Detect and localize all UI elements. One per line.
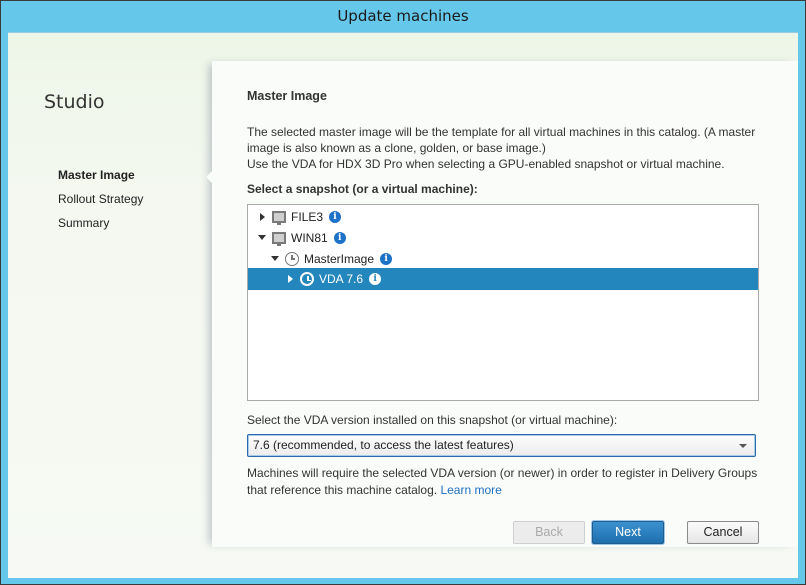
tree-item-win81[interactable]: WIN81 i xyxy=(248,227,758,248)
wizard-content-panel: Master Image The selected master image w… xyxy=(206,61,798,547)
monitor-icon xyxy=(272,231,286,246)
description-line-2: Use the VDA for HDX 3D Pro when selectin… xyxy=(247,157,725,171)
tree-item-file3[interactable]: FILE3 i xyxy=(248,206,758,227)
expand-icon[interactable] xyxy=(284,273,296,285)
collapse-icon[interactable] xyxy=(256,232,268,244)
step-master-image[interactable]: Master Image xyxy=(58,167,143,191)
step-summary[interactable]: Summary xyxy=(58,215,143,239)
snapshot-label: Select a snapshot (or a virtual machine)… xyxy=(247,182,478,196)
active-step-pointer xyxy=(206,170,213,184)
vda-note: Machines will require the selected VDA v… xyxy=(247,465,767,499)
vda-version-label: Select the VDA version installed on this… xyxy=(247,413,618,427)
info-icon[interactable]: i xyxy=(333,231,346,244)
tree-item-label: VDA 7.6 xyxy=(319,272,364,286)
snapshot-clock-icon xyxy=(300,272,314,286)
snapshot-clock-icon xyxy=(285,251,299,266)
description-line-1: The selected master image will be the te… xyxy=(247,125,756,155)
cancel-button[interactable]: Cancel xyxy=(687,521,759,544)
vda-note-text: Machines will require the selected VDA v… xyxy=(247,466,758,497)
update-machines-window: Update machines Studio Master Image Roll… xyxy=(0,0,806,585)
info-icon[interactable]: i xyxy=(380,252,393,265)
page-heading: Master Image xyxy=(247,89,327,103)
learn-more-link[interactable]: Learn more xyxy=(440,483,501,497)
chevron-down-icon xyxy=(739,444,747,448)
snapshot-tree[interactable]: FILE3 i WIN81 i MasterImage i VDA 7.6 i xyxy=(247,204,759,401)
wizard-client-area: Studio Master Image Rollout Strategy Sum… xyxy=(8,32,798,578)
wizard-sidebar: Studio Master Image Rollout Strategy Sum… xyxy=(8,33,212,579)
tree-item-label: WIN81 xyxy=(291,230,328,245)
studio-title: Studio xyxy=(44,91,105,113)
collapse-icon[interactable] xyxy=(269,253,281,265)
expand-icon[interactable] xyxy=(256,211,268,223)
wizard-steps: Master Image Rollout Strategy Summary xyxy=(58,167,143,239)
info-icon[interactable]: i xyxy=(329,210,342,223)
back-button[interactable]: Back xyxy=(513,521,585,544)
step-rollout-strategy[interactable]: Rollout Strategy xyxy=(58,191,143,215)
tree-item-label: FILE3 xyxy=(291,209,324,224)
tree-item-vda-7-6[interactable]: VDA 7.6 i xyxy=(248,268,758,290)
monitor-icon xyxy=(272,210,286,225)
info-icon[interactable]: i xyxy=(369,273,382,285)
next-button[interactable]: Next xyxy=(592,521,664,544)
vda-version-value: 7.6 (recommended, to access the latest f… xyxy=(253,438,514,452)
tree-item-label: MasterImage xyxy=(304,251,375,266)
window-title: Update machines xyxy=(337,7,469,25)
tree-item-masterimage[interactable]: MasterImage i xyxy=(248,248,758,269)
vda-version-select[interactable]: 7.6 (recommended, to access the latest f… xyxy=(247,434,756,457)
description: The selected master image will be the te… xyxy=(247,124,767,172)
